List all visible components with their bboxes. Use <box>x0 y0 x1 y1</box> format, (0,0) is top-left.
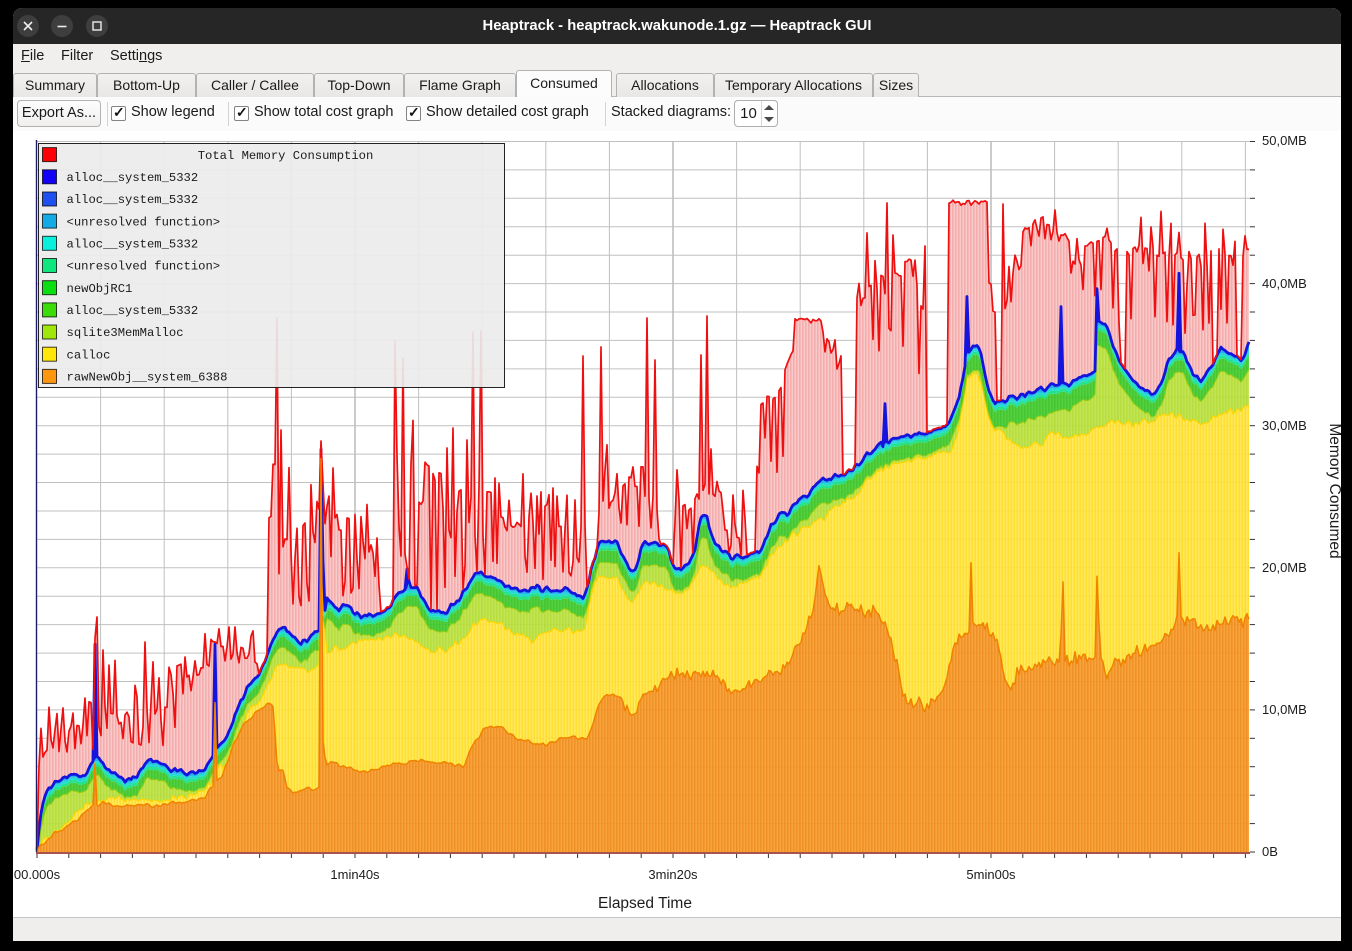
svg-text:Elapsed Time: Elapsed Time <box>598 895 692 912</box>
svg-text:rawNewObj__system_6388: rawNewObj__system_6388 <box>67 371 228 385</box>
svg-text:00.000s: 00.000s <box>14 867 61 882</box>
svg-text:calloc: calloc <box>67 348 111 362</box>
svg-text:30,0MB: 30,0MB <box>1262 418 1307 433</box>
svg-text:1min40s: 1min40s <box>330 867 380 882</box>
svg-text:Memory Consumed: Memory Consumed <box>1326 423 1343 558</box>
svg-text:5min00s: 5min00s <box>966 867 1016 882</box>
svg-text:3min20s: 3min20s <box>648 867 698 882</box>
svg-text:<unresolved function>: <unresolved function> <box>67 260 221 274</box>
svg-text:50,0MB: 50,0MB <box>1262 133 1307 148</box>
svg-text:Total Memory Consumption: Total Memory Consumption <box>198 149 374 163</box>
svg-text:alloc__system_5332: alloc__system_5332 <box>67 304 199 318</box>
svg-text:20,0MB: 20,0MB <box>1262 560 1307 575</box>
svg-text:alloc__system_5332: alloc__system_5332 <box>67 171 199 185</box>
svg-text:0B: 0B <box>1262 844 1278 859</box>
svg-text:<unresolved function>: <unresolved function> <box>67 215 221 229</box>
svg-text:10,0MB: 10,0MB <box>1262 702 1307 717</box>
svg-text:newObjRC1: newObjRC1 <box>67 282 133 296</box>
svg-text:sqlite3MemMalloc: sqlite3MemMalloc <box>67 326 184 340</box>
svg-text:40,0MB: 40,0MB <box>1262 276 1307 291</box>
svg-text:alloc__system_5332: alloc__system_5332 <box>67 193 199 207</box>
svg-text:alloc__system_5332: alloc__system_5332 <box>67 238 199 252</box>
